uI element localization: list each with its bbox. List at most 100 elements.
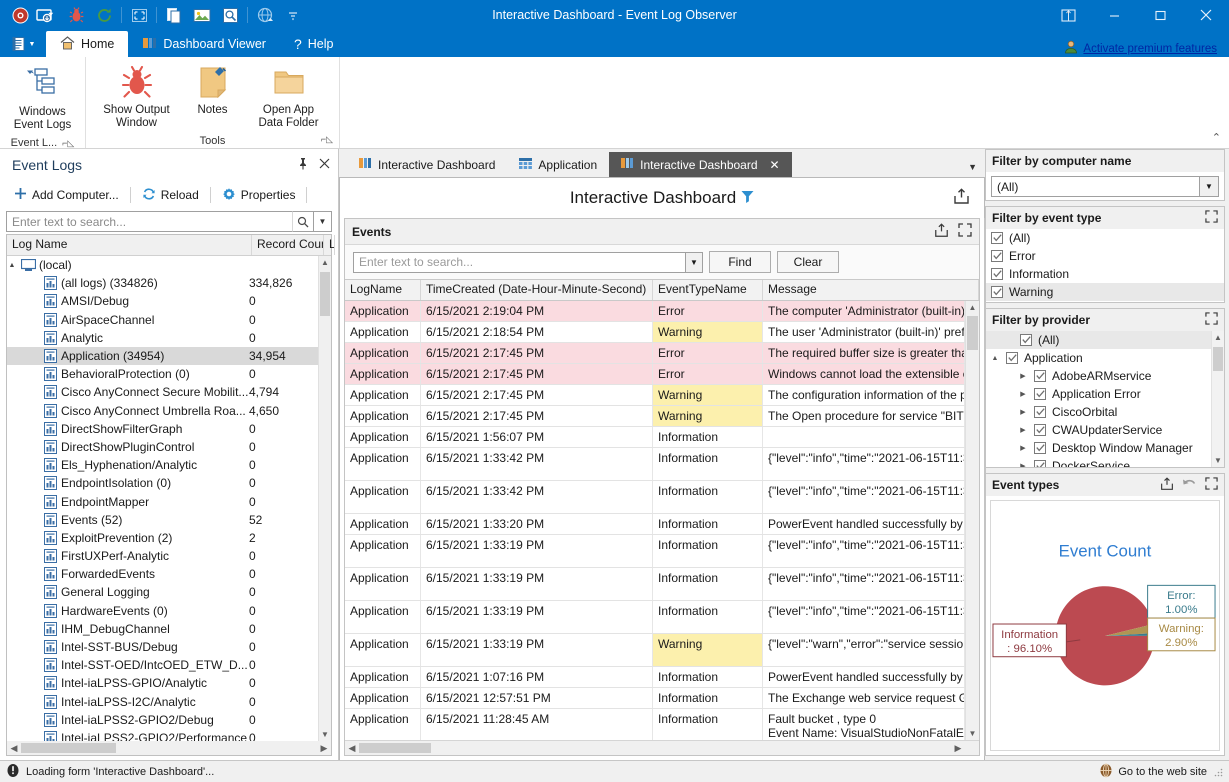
checkbox[interactable] [991,232,1003,244]
provider-scrollbar[interactable]: ▲ ▼ [1211,331,1224,467]
expander-icon[interactable]: ▶ [1018,462,1028,467]
list-item[interactable]: ForwardedEvents 0 [7,565,318,583]
column-logname[interactable]: LogName [345,280,421,300]
events-horizontal-scrollbar[interactable]: ◀ ▶ [345,740,979,755]
dialog-launcher-icon[interactable]: ⌐◺ [321,134,333,145]
doc-tab-list-icon[interactable]: ▼ [968,162,977,172]
column-timecreated[interactable]: TimeCreated (Date-Hour-Minute-Second) [421,280,653,300]
column-message[interactable]: Message [763,280,979,300]
activate-premium-link[interactable]: Activate premium features [1083,43,1217,55]
scroll-up-icon[interactable]: ▲ [966,301,979,314]
list-item[interactable]: (all logs) (334826) 334,826 [7,274,318,292]
scroll-left-icon[interactable]: ◀ [345,743,359,754]
list-item[interactable]: IHM_DebugChannel 0 [7,620,318,638]
table-row[interactable]: Application 6/15/2021 1:33:19 PM Warning {"… [345,634,965,667]
properties-button[interactable]: Properties [214,183,304,208]
scroll-right-icon[interactable]: ▶ [951,743,965,754]
copy-icon[interactable] [160,2,188,28]
table-row[interactable]: Application 6/15/2021 11:28:45 AM Informat… [345,709,965,740]
open-app-data-folder-button[interactable]: Open App Data Folder [252,62,326,134]
expander-icon[interactable]: ▶ [1018,390,1028,398]
doc-tab-interactive-dashboard-1[interactable]: Interactive Dashboard [347,152,507,177]
event-types-expand-icon[interactable] [1205,477,1218,493]
dashboard-export-icon[interactable] [953,188,970,208]
table-row[interactable]: Application 6/15/2021 1:33:19 PM Informati… [345,601,965,634]
expander-icon[interactable]: ▶ [1018,444,1028,452]
checkbox[interactable] [1034,388,1046,400]
list-item[interactable]: Els_Hyphenation/Analytic 0 [7,456,318,474]
scrollbar-thumb[interactable] [1213,347,1223,371]
list-item[interactable]: AMSI/Debug 0 [7,292,318,310]
event-types-undo-icon[interactable] [1182,477,1197,494]
file-menu-button[interactable]: ▼ [0,31,46,57]
chevron-down-icon[interactable]: ▼ [1199,176,1219,197]
globe-upload-icon[interactable] [251,2,279,28]
list-item[interactable]: Warning [986,283,1224,301]
list-item[interactable]: ▶ CWAUpdaterService [986,421,1211,439]
checkbox[interactable] [1006,352,1018,364]
table-row[interactable]: Application 6/15/2021 1:33:42 PM Informati… [345,481,965,514]
list-item[interactable]: Cisco AnyConnect Umbrella Roa... 4,650 [7,402,318,420]
column-record-count[interactable]: Record Count [252,235,324,255]
layout-toggle-button[interactable] [1045,0,1091,30]
minimize-button[interactable] [1091,0,1137,30]
event-logs-horizontal-scrollbar[interactable]: ◀ ▶ [6,741,332,756]
column-last[interactable]: La [324,235,335,255]
events-expand-icon[interactable] [958,223,972,240]
computer-name-select[interactable]: (All) ▼ [991,176,1219,197]
events-search-input[interactable] [353,251,685,273]
close-button[interactable] [1183,0,1229,30]
scroll-up-icon[interactable]: ▲ [1212,331,1224,344]
list-item[interactable]: Intel-iaLPSS-I2C/Analytic 0 [7,693,318,711]
add-computer-button[interactable]: Add Computer... [6,183,127,207]
scrollbar-thumb[interactable] [320,272,330,316]
list-item[interactable]: EndpointMapper 0 [7,492,318,510]
doc-tab-application[interactable]: Application [507,152,609,177]
windows-event-logs-button[interactable]: Windows Event Logs [4,62,82,136]
bug-icon[interactable] [62,2,90,28]
table-row[interactable]: Application 6/15/2021 2:18:54 PM Warning Th… [345,322,965,343]
list-item[interactable]: Intel-iaLPSS2-GPIO2/Performance 0 [7,729,318,741]
resize-grip-icon[interactable] [1213,767,1223,777]
event-logs-search-dropdown-icon[interactable]: ▼ [314,211,332,232]
doc-tab-close-icon[interactable]: ✕ [770,158,780,172]
list-item[interactable]: ExploitPrevention (2) 2 [7,529,318,547]
collapse-ribbon-icon[interactable]: ⌃ [1212,131,1221,144]
list-item[interactable]: Application (34954) 34,954 [7,346,318,366]
column-log-name[interactable]: Log Name [7,235,252,255]
list-item[interactable]: ▶ DockerService [986,457,1211,467]
event-logs-search-icon[interactable] [292,211,314,232]
list-item[interactable]: (All) [986,331,1211,349]
list-item[interactable]: Intel-iaLPSS2-GPIO2/Debug 0 [7,711,318,729]
table-row[interactable]: Application 6/15/2021 2:19:04 PM Error The … [345,301,965,322]
list-item[interactable]: FirstUXPerf-Analytic 0 [7,547,318,565]
checkbox[interactable] [1034,442,1046,454]
list-item[interactable]: ▶ AdobeARMservice [986,367,1211,385]
scroll-up-icon[interactable]: ▲ [319,256,331,269]
list-item[interactable]: Events (52) 52 [7,511,318,529]
dialog-launcher-icon[interactable]: ⌐◺ [62,138,74,149]
expander-icon[interactable]: ▲ [990,355,1000,362]
provider-filter-list[interactable]: (All) ▲ Application ▶ AdobeARMservice ▶ Applic… [986,331,1211,467]
table-row[interactable]: Application 6/15/2021 1:33:19 PM Informati… [345,535,965,568]
table-row[interactable]: Application 6/15/2021 1:07:16 PM Informati… [345,667,965,688]
tree-root-local[interactable]: ▲ (local) [7,256,318,274]
expander-icon[interactable]: ▶ [1018,426,1028,434]
event-logs-vertical-scrollbar[interactable]: ▲ ▼ [318,256,331,741]
expander-icon[interactable]: ▶ [1018,408,1028,416]
list-item[interactable]: Cisco AnyConnect Secure Mobilit... 4,794 [7,383,318,401]
expander-icon[interactable]: ▲ [7,262,17,269]
ribbon-tab-dashboard-viewer[interactable]: Dashboard Viewer [128,31,280,57]
expander-icon[interactable]: ▶ [1018,372,1028,380]
event-type-filter-list[interactable]: (All) Error Information Warning [986,229,1224,302]
table-row[interactable]: Application 6/15/2021 1:33:42 PM Informati… [345,448,965,481]
list-item[interactable]: HardwareEvents (0) 0 [7,602,318,620]
list-item[interactable]: Intel-SST-OED/IntcOED_ETW_D... 0 [7,656,318,674]
list-item[interactable]: EndpointIsolation (0) 0 [7,474,318,492]
column-eventtypename[interactable]: EventTypeName [653,280,763,300]
list-item[interactable]: AirSpaceChannel 0 [7,311,318,329]
list-item[interactable]: Information [986,265,1224,283]
checkbox[interactable] [1034,424,1046,436]
checkbox[interactable] [1034,406,1046,418]
list-item[interactable]: BehavioralProtection (0) 0 [7,365,318,383]
